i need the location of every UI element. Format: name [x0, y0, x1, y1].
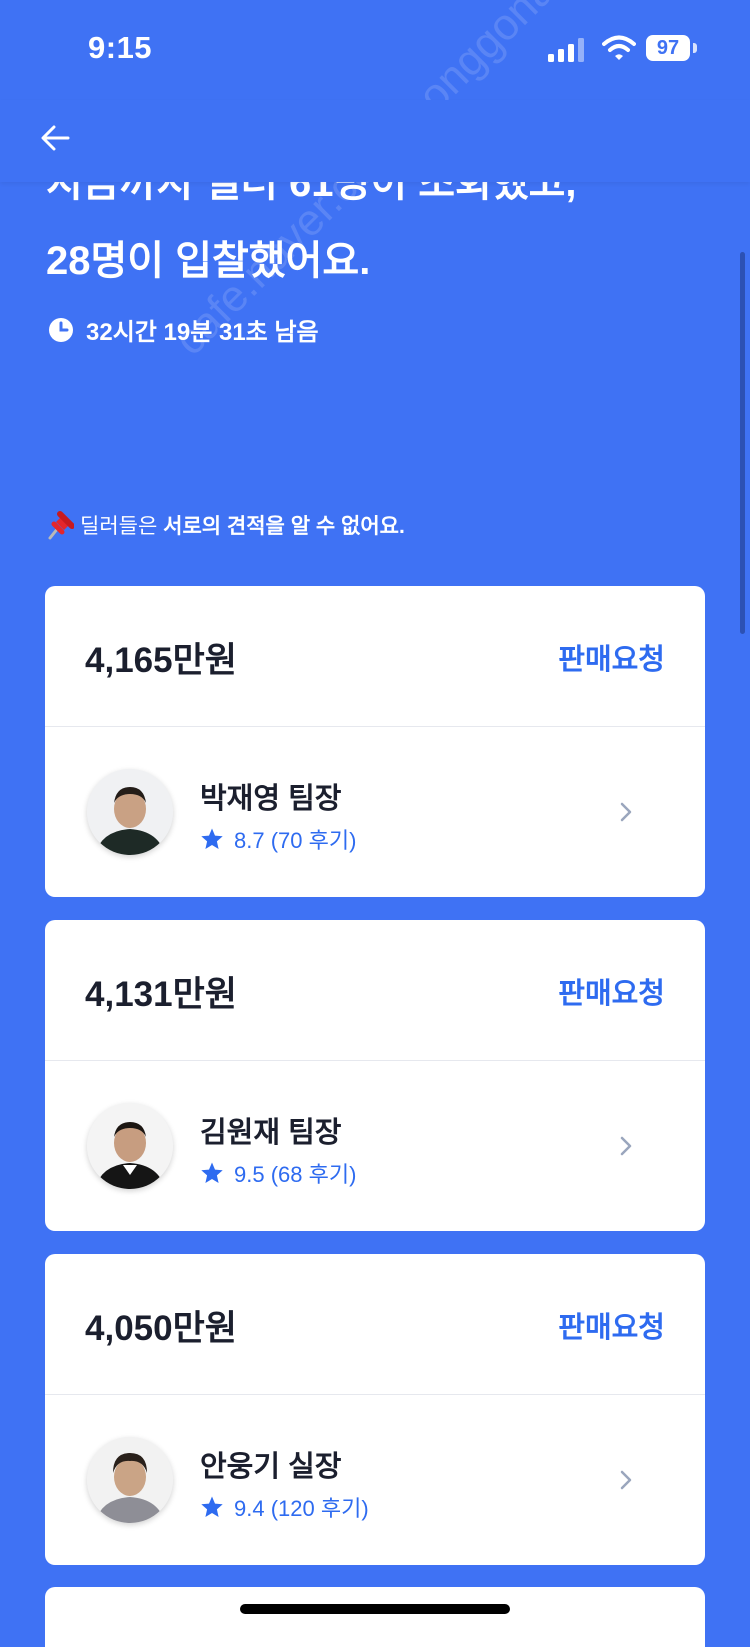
- notice-emphasis: 서로의 견적을 알 수 없어요.: [163, 515, 405, 538]
- pin-icon: [48, 511, 74, 540]
- star-icon: [201, 1496, 223, 1517]
- status-bar: 9:15 97: [0, 0, 750, 100]
- offer-price: 4,131만원: [85, 975, 237, 1014]
- star-icon: [201, 828, 223, 849]
- offer-card-header: 4,131만원 판매요청: [45, 920, 705, 1061]
- home-indicator[interactable]: [240, 1604, 510, 1614]
- dealer-name: 박재영 팀장: [200, 783, 342, 815]
- rating-text: 8.7 (70 후기): [234, 828, 357, 853]
- offer-card[interactable]: 4,165만원 판매요청 박재영 팀장 8.7 (70 후기): [45, 586, 705, 897]
- notice: 딜러들은 서로의 견적을 알 수 없어요.: [46, 510, 405, 540]
- notice-prefix: 딜러들은: [80, 515, 158, 538]
- offer-price: 4,165만원: [85, 641, 237, 680]
- cellular-signal-icon: [548, 38, 584, 62]
- avatar: [87, 769, 173, 855]
- avatar: [87, 1437, 173, 1523]
- scrollbar[interactable]: [740, 252, 745, 634]
- sell-request-button[interactable]: 판매요청: [558, 636, 665, 678]
- offer-card-partial[interactable]: [45, 1587, 705, 1647]
- dealer-name: 김원재 팀장: [200, 1117, 342, 1149]
- wifi-icon: [602, 35, 636, 60]
- nav-bar: [0, 100, 750, 182]
- dealer-name: 안웅기 실장: [200, 1451, 342, 1483]
- dealer-rating: 8.7 (70 후기): [200, 823, 356, 855]
- timer-text: 32시간 19분 31초 남음: [86, 319, 319, 346]
- battery-icon: 97: [646, 35, 698, 61]
- offer-price: 4,050만원: [85, 1309, 237, 1348]
- dealer-rating: 9.4 (120 후기): [200, 1491, 369, 1523]
- chevron-right-icon[interactable]: [617, 1133, 635, 1159]
- dealer-rating: 9.5 (68 후기): [200, 1157, 356, 1189]
- offer-card-header: 4,165만원 판매요청: [45, 586, 705, 727]
- avatar: [87, 1103, 173, 1189]
- clock-icon: [49, 317, 73, 342]
- offer-card[interactable]: 4,131만원 판매요청 김원재 팀장 9.5 (68 후기): [45, 920, 705, 1231]
- dealer-row[interactable]: 안웅기 실장 9.4 (120 후기): [45, 1395, 705, 1565]
- chevron-right-icon[interactable]: [617, 799, 635, 825]
- back-arrow-icon[interactable]: [36, 118, 76, 158]
- sell-request-button[interactable]: 판매요청: [558, 970, 665, 1012]
- sell-request-button[interactable]: 판매요청: [558, 1304, 665, 1346]
- headline-line2: 28명이 입찰했어요.: [46, 239, 371, 283]
- dealer-row[interactable]: 박재영 팀장 8.7 (70 후기): [45, 727, 705, 897]
- battery-level: 97: [656, 36, 680, 59]
- rating-text: 9.5 (68 후기): [234, 1162, 357, 1187]
- offer-card-header: 4,050만원 판매요청: [45, 1254, 705, 1395]
- auction-timer: 32시간 19분 31초 남음: [48, 312, 319, 347]
- dealer-row[interactable]: 김원재 팀장 9.5 (68 후기): [45, 1061, 705, 1231]
- rating-text: 9.4 (120 후기): [234, 1496, 369, 1521]
- offer-card[interactable]: 4,050만원 판매요청 안웅기 실장 9.4 (120 후기): [45, 1254, 705, 1565]
- chevron-right-icon[interactable]: [617, 1467, 635, 1493]
- star-icon: [201, 1162, 223, 1183]
- status-time: 9:15: [88, 30, 153, 65]
